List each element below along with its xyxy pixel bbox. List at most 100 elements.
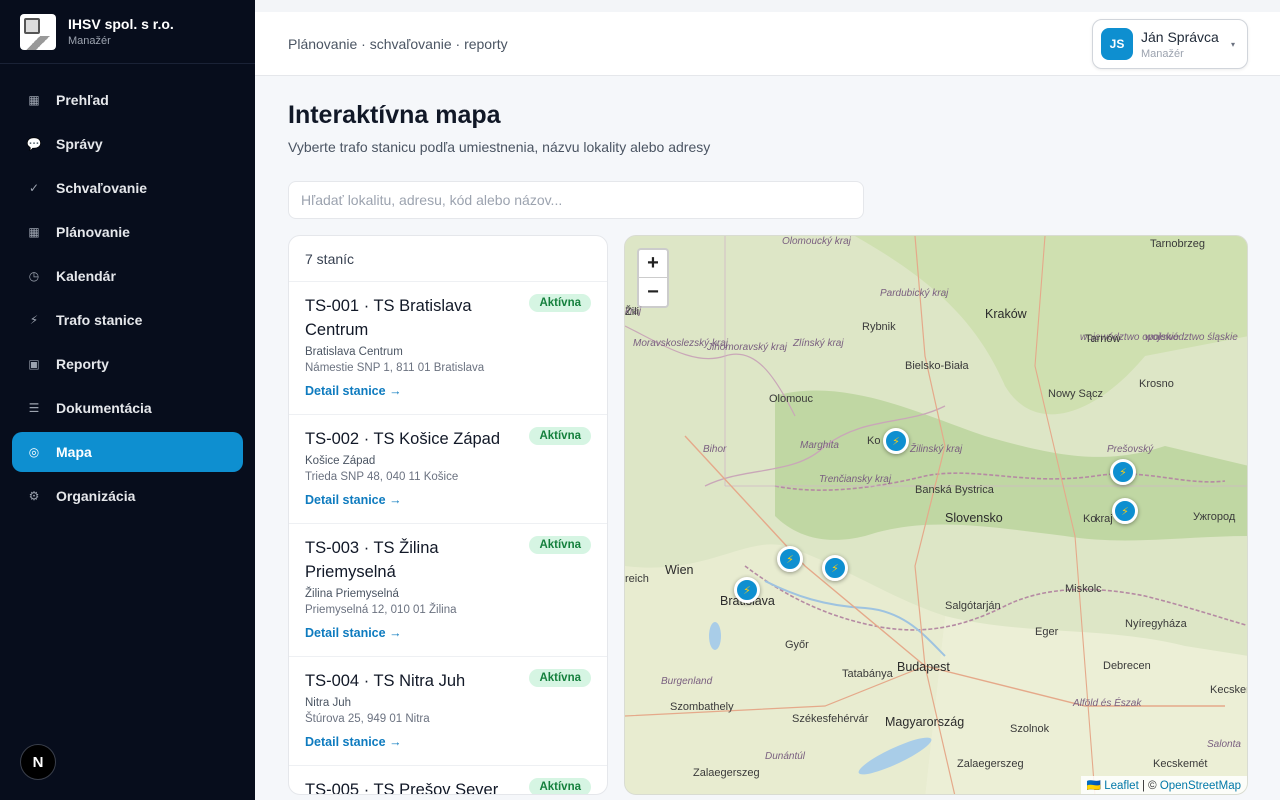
station-card[interactable]: TS-002 · TS Košice Západ Aktívna Košice …: [289, 415, 607, 524]
station-title: TS-003 · TS Žilina Priemyselná: [305, 539, 439, 581]
map-label: Bielsko-Biała: [905, 360, 969, 372]
map-label: Nowy Sącz: [1048, 388, 1104, 400]
map-label: Zlínský kraj: [793, 338, 844, 349]
sidebar-item-organizacia[interactable]: ⚙ Organizácia: [12, 476, 243, 516]
sidebar: IHSV spol. s r.o. Manažér ▦ Prehľad 💬 Sprá…: [0, 0, 255, 800]
grid-icon: ▦: [28, 93, 40, 107]
map-label: kraj: [1095, 513, 1113, 525]
status-badge: Aktívna: [529, 778, 591, 794]
nextjs-badge[interactable]: N: [20, 744, 56, 780]
station-card[interactable]: TS-005 · TS Prešov Sever Aktívna: [289, 766, 607, 795]
station-address: Štúrova 25, 949 01 Nitra: [305, 713, 430, 725]
map-label: Alföld és Észak: [1073, 698, 1142, 709]
clock-icon: ◷: [28, 269, 40, 283]
status-badge: Aktívna: [529, 669, 591, 687]
map-label: Prešovský: [1107, 444, 1154, 455]
sidebar-item-label: Organizácia: [56, 488, 136, 504]
station-marker[interactable]: ⚡: [822, 555, 848, 581]
chevron-down-icon: ▾: [1230, 40, 1235, 49]
sidebar-item-label: Prehľad: [56, 92, 109, 108]
sidebar-nav: ▦ Prehľad 💬 Správy ✓ Schvaľovanie ▦ Plánovan…: [0, 64, 255, 516]
interactive-map[interactable]: + − Olomoucký kraj Pardubický kraj wojew…: [624, 235, 1248, 795]
sidebar-item-reporty[interactable]: ▣ Reporty: [12, 344, 243, 384]
bolt-icon: ⚡: [29, 313, 39, 327]
station-location: Nitra Juh: [305, 697, 352, 709]
map-label: Ko: [1083, 513, 1097, 525]
map-label: Wien: [665, 563, 694, 577]
station-marker[interactable]: ⚡: [1112, 498, 1138, 524]
map-label: województwo śląskie: [1145, 332, 1238, 343]
brand[interactable]: IHSV spol. s r.o. Manažér: [0, 0, 255, 64]
sidebar-item-dokumentacia[interactable]: ☰ Dokumentácia: [12, 388, 243, 428]
map-label: reich: [625, 573, 649, 585]
map-label: Ko: [867, 435, 881, 447]
osm-link[interactable]: OpenStreetMap: [1160, 780, 1241, 792]
page-title: Interaktívna mapa: [288, 101, 501, 129]
map-label: Slovensko: [945, 511, 1003, 525]
map-label: Salonta: [1207, 739, 1241, 750]
avatar: JS: [1101, 28, 1133, 60]
grid-icon: ▦: [28, 225, 40, 239]
attribution-separator: | ©: [1138, 780, 1160, 792]
map-label: Szolnok: [1010, 723, 1050, 735]
sidebar-item-trafo-stanice[interactable]: ⚡ Trafo stanice: [12, 300, 243, 340]
map-label: Žilinský kraj: [910, 444, 963, 455]
station-marker[interactable]: ⚡: [1110, 459, 1136, 485]
search-input[interactable]: [288, 181, 864, 219]
station-list[interactable]: 7 staníc TS-001 · TS Bratislava Centrum …: [288, 235, 608, 795]
sidebar-item-label: Plánovanie: [56, 224, 130, 240]
sidebar-item-planovanie[interactable]: ▦ Plánovanie: [12, 212, 243, 252]
map-label: Zalaegerszeg: [957, 758, 1024, 770]
map-label: Krosno: [1139, 378, 1174, 390]
map-label: Tarnów: [1085, 333, 1121, 345]
map-label: Olomouc: [769, 393, 814, 405]
leaflet-link[interactable]: 🇺🇦 Leaflet: [1087, 780, 1139, 792]
map-label: Magyarország: [885, 715, 965, 729]
station-address: Priemyselná 12, 010 01 Žilina: [305, 604, 457, 616]
station-detail-link[interactable]: Detail stanice →: [305, 384, 402, 398]
target-icon: ◎: [28, 445, 40, 459]
map-label: Debrecen: [1103, 660, 1151, 672]
sidebar-item-prehlad[interactable]: ▦ Prehľad: [12, 80, 243, 120]
report-icon: ▣: [28, 357, 40, 371]
map-label: Marghita: [800, 440, 839, 451]
sidebar-item-mapa[interactable]: ◎ Mapa: [12, 432, 243, 472]
map-label: Szombathely: [670, 701, 734, 713]
sidebar-item-label: Mapa: [56, 444, 92, 460]
map-label: Žili: [625, 306, 640, 318]
map-label: Budapest: [897, 660, 950, 674]
sidebar-item-schvalovanie[interactable]: ✓ Schvaľovanie: [12, 168, 243, 208]
map-label: Trenčiansky kraj: [819, 474, 892, 485]
station-location: Žilina Priemyselná: [305, 588, 399, 600]
user-menu-button[interactable]: JS Ján Správca Manažér ▾: [1092, 19, 1248, 69]
zoom-out-button[interactable]: −: [639, 278, 667, 306]
zoom-in-button[interactable]: +: [639, 250, 667, 278]
station-marker[interactable]: ⚡: [883, 428, 909, 454]
map-label: Olomoucký kraj: [782, 236, 851, 247]
check-icon: ✓: [28, 181, 40, 195]
station-detail-link[interactable]: Detail stanice →: [305, 493, 402, 507]
station-marker[interactable]: ⚡: [777, 546, 803, 572]
map-label: Rybnik: [862, 321, 896, 333]
station-address: Námestie SNP 1, 811 01 Bratislava: [305, 362, 485, 374]
station-detail-link[interactable]: Detail stanice →: [305, 735, 402, 749]
map-label: Kecskemét: [1210, 684, 1247, 696]
company-name: IHSV spol. s r.o.: [68, 16, 174, 32]
sidebar-item-kalendar[interactable]: ◷ Kalendár: [12, 256, 243, 296]
sidebar-item-label: Trafo stanice: [56, 312, 143, 328]
station-detail-link[interactable]: Detail stanice →: [305, 626, 402, 640]
station-title: TS-004 · TS Nitra Juh: [305, 672, 466, 690]
station-card[interactable]: TS-001 · TS Bratislava Centrum Aktívna B…: [289, 282, 607, 415]
station-marker[interactable]: ⚡: [734, 577, 760, 603]
station-count: 7 staníc: [289, 236, 607, 282]
gear-icon: ⚙: [28, 489, 40, 503]
map-label: Burgenland: [661, 676, 713, 687]
company-role: Manažér: [68, 35, 111, 47]
top-strip: [255, 0, 1280, 12]
station-card[interactable]: TS-004 · TS Nitra Juh Aktívna Nitra Juh …: [289, 657, 607, 766]
page-subtitle: Vyberte trafo stanicu podľa umiestnenia,…: [288, 139, 711, 155]
station-card[interactable]: TS-003 · TS Žilina Priemyselná Aktívna Ž…: [289, 524, 607, 657]
station-title: TS-005 · TS Prešov Sever: [305, 781, 499, 795]
sidebar-item-spravy[interactable]: 💬 Správy: [12, 124, 243, 164]
status-badge: Aktívna: [529, 427, 591, 445]
